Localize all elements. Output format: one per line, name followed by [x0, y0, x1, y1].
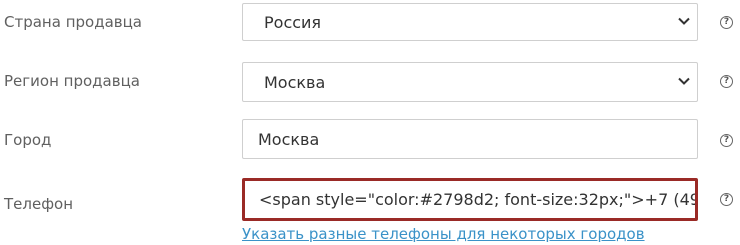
- chevron-down-icon: [678, 17, 690, 25]
- chevron-down-icon: [678, 77, 690, 85]
- phone-input[interactable]: <span style="color:#2798d2; font-size:32…: [242, 178, 698, 221]
- region-help-icon[interactable]: ?: [720, 75, 733, 88]
- phone-label: Телефон: [4, 195, 74, 213]
- phone-per-city-link[interactable]: Указать разные телефоны для некоторых го…: [242, 224, 645, 244]
- phone-help-icon[interactable]: ?: [720, 193, 733, 206]
- country-select-value: Россия: [264, 12, 322, 32]
- country-label: Страна продавца: [4, 13, 143, 31]
- country-help-icon[interactable]: ?: [720, 16, 733, 29]
- city-input-value: Москва: [258, 129, 320, 149]
- country-select[interactable]: Россия: [242, 3, 698, 41]
- city-help-icon[interactable]: ?: [720, 134, 733, 147]
- region-select[interactable]: Москва: [242, 62, 698, 102]
- region-select-value: Москва: [264, 72, 326, 92]
- city-label: Город: [4, 131, 52, 149]
- phone-input-value: <span style="color:#2798d2; font-size:32…: [259, 190, 698, 209]
- city-input[interactable]: Москва: [242, 119, 698, 159]
- region-label: Регион продавца: [4, 72, 140, 90]
